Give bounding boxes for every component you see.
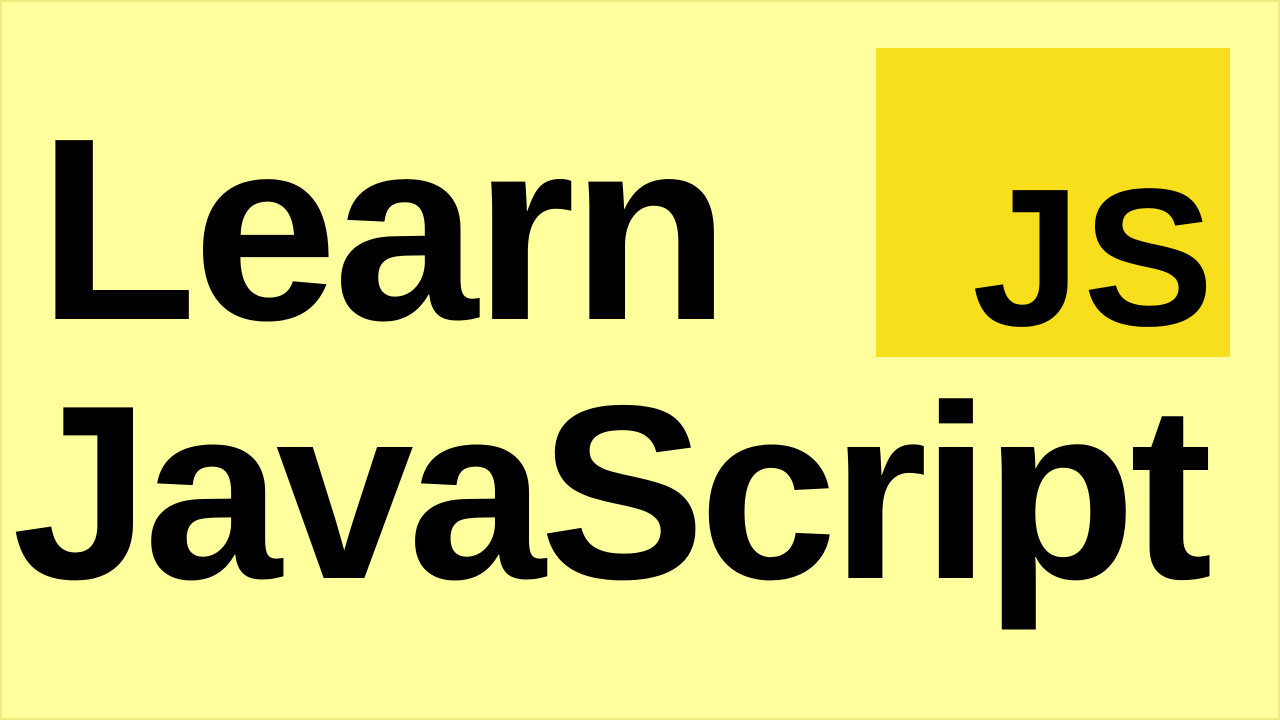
js-logo-text: JS (972, 148, 1216, 367)
title-line-javascript: JavaScript (12, 353, 1213, 631)
thumbnail-canvas: Learn JS JavaScript (0, 0, 1280, 720)
javascript-logo-icon: JS (876, 48, 1230, 357)
title-line-learn: Learn (38, 85, 730, 375)
